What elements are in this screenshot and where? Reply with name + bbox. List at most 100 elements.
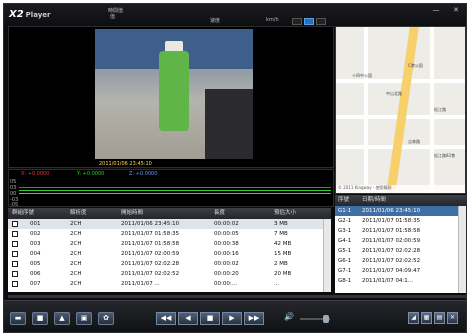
fast-forward-button[interactable]: ▶▶: [244, 312, 264, 325]
table-header: 群組序號 解析度 開始時間 長度 預估大小: [8, 208, 331, 219]
row-checkbox[interactable]: [12, 271, 18, 277]
table-scrollbar[interactable]: [323, 219, 331, 292]
map-view-button[interactable]: [316, 18, 326, 25]
item-seq: G4-1: [338, 238, 352, 244]
list-item[interactable]: G1-1 2011/01/06 23:45:10: [335, 206, 466, 216]
list-item[interactable]: G2-1 2011/01/07 01:58:35: [335, 216, 466, 226]
camera-icon[interactable]: ■: [32, 312, 48, 325]
item-seq: G1-1: [338, 208, 352, 214]
row-checkbox[interactable]: [12, 281, 18, 287]
col-group[interactable]: 群組序號: [12, 208, 34, 219]
save-icon[interactable]: ▲: [54, 312, 70, 325]
cell-size: 20 MB: [274, 271, 292, 277]
single-view-button[interactable]: [292, 18, 302, 25]
control-bar: 🔊 ▬ ■ ▲ ▣ ✿ ◀◀ ◀ ■ ▶ ▶▶ ◢ ▦ ▤ ✕: [4, 300, 466, 332]
table-row[interactable]: 003 2CH 2011/01/07 01:58:58 00:00:38 42 MB: [8, 239, 331, 249]
col-size[interactable]: 預估大小: [274, 208, 296, 219]
row-checkbox[interactable]: [12, 241, 18, 247]
table-row[interactable]: 004 2CH 2011/01/07 02:00:59 00:00:16 15 MB: [8, 249, 331, 259]
item-datetime: 2011/01/07 01:58:58: [362, 228, 421, 234]
col-seq[interactable]: 序號: [338, 195, 349, 206]
table-row[interactable]: 002 2CH 2011/01/07 01:58:35 00:00:05 7 MB: [8, 229, 331, 239]
list-item[interactable]: G3-1 2011/01/07 01:58:58: [335, 226, 466, 236]
cell-start: 2011/01/07 02:02:52: [121, 271, 180, 277]
item-seq: G2-1: [338, 218, 352, 224]
y-axis-line: [19, 190, 331, 191]
grid-icon[interactable]: ▦: [421, 312, 432, 324]
item-datetime: 2011/01/06 23:45:10: [362, 208, 421, 214]
row-checkbox[interactable]: [12, 221, 18, 227]
cell-length: 00:00:02: [214, 261, 239, 267]
clip-table: 001 2CH 2011/01/06 23:45:10 00:00:02 3 MB 002…: [8, 219, 331, 292]
table-row[interactable]: 001 2CH 2011/01/06 23:45:10 00:00:02 3 MB: [8, 219, 331, 229]
minimize-icon[interactable]: —: [430, 6, 442, 14]
col-start-time[interactable]: 開始時間: [121, 208, 143, 219]
cell-length: 00:00:02: [214, 221, 239, 227]
map-attribution: © 2011 Kingway - 使用條款: [336, 185, 465, 193]
step-back-button[interactable]: ◀: [178, 312, 198, 325]
list-item[interactable]: G8-1 2011/01/07 04:1...: [335, 276, 466, 286]
list-item[interactable]: G5-1 2011/01/07 02:02:28: [335, 246, 466, 256]
cell-resolution: 2CH: [70, 261, 82, 267]
fullscreen-icon[interactable]: ◢: [408, 312, 419, 324]
cell-start: 2011/01/06 23:45:10: [121, 221, 180, 227]
stop-button[interactable]: ■: [200, 312, 220, 325]
cell-size: 2 MB: [274, 261, 288, 267]
map-label: 吉林路: [408, 139, 420, 144]
map-label: 松江路82巷: [434, 153, 456, 158]
col-datetime[interactable]: 日期/時間: [362, 195, 386, 206]
item-datetime: 2011/01/07 02:02:52: [362, 258, 421, 264]
volume-knob[interactable]: [323, 315, 329, 323]
folder-icon[interactable]: ▬: [10, 312, 26, 325]
cell-length: 00:00:20: [214, 271, 239, 277]
seek-bar[interactable]: [8, 295, 466, 298]
print-icon[interactable]: ▣: [76, 312, 92, 325]
item-seq: G6-1: [338, 258, 352, 264]
col-length[interactable]: 長度: [214, 208, 225, 219]
list-scrollbar[interactable]: [458, 206, 466, 293]
play-button[interactable]: ▶: [222, 312, 242, 325]
map-label: 中山北路: [386, 91, 402, 96]
row-checkbox[interactable]: [12, 261, 18, 267]
table-row[interactable]: 005 2CH 2011/01/07 02:02:28 00:00:02 2 MB: [8, 259, 331, 269]
cell-start: 2011/01/07 01:58:58: [121, 241, 180, 247]
video-view[interactable]: 2011/01/06 23:45:10: [8, 26, 334, 168]
list-view-icon[interactable]: ▤: [434, 312, 445, 324]
item-seq: G7-1: [338, 268, 352, 274]
cell-id: 003: [30, 241, 41, 247]
item-seq: G5-1: [338, 248, 352, 254]
list-item[interactable]: G4-1 2011/01/07 02:00:59: [335, 236, 466, 246]
item-seq: G3-1: [338, 228, 352, 234]
table-row[interactable]: 007 2CH 2011/01/07 ... 00:00:......: [8, 279, 331, 289]
cell-resolution: 2CH: [70, 221, 82, 227]
settings-icon[interactable]: ✿: [98, 312, 114, 325]
cell-start: 2011/01/07 01:58:35: [121, 231, 180, 237]
row-checkbox[interactable]: [12, 251, 18, 257]
time-sub-label: 值: [110, 14, 116, 20]
row-checkbox[interactable]: [12, 231, 18, 237]
gps-map[interactable]: 十四中公園 C港公園 松江路 吉林路 中山北路 松江路82巷 © 2011 Ki…: [335, 26, 466, 194]
cell-id: 002: [30, 231, 41, 237]
cell-id: 005: [30, 261, 41, 267]
item-datetime: 2011/01/07 04:09:47: [362, 268, 421, 274]
z-axis-readout: Z: +0.0000: [129, 171, 158, 177]
exit-icon[interactable]: ✕: [447, 312, 458, 324]
list-item[interactable]: G7-1 2011/01/07 04:09:47: [335, 266, 466, 276]
y-axis-readout: Y: +0.0000: [77, 171, 105, 177]
col-resolution[interactable]: 解析度: [70, 208, 87, 219]
table-row[interactable]: 006 2CH 2011/01/07 02:02:52 00:00:20 20 MB: [8, 269, 331, 279]
cell-resolution: 2CH: [70, 271, 82, 277]
player-window: X2 Player 時間值 值 速度 km/h — ✕ 2011/01/06 23…: [3, 3, 467, 333]
cell-length: 00:00:...: [214, 281, 237, 287]
video-timestamp: 2011/01/06 23:45:10: [99, 161, 152, 167]
cell-size: 7 MB: [274, 231, 288, 237]
app-logo: X2 Player: [9, 9, 51, 20]
cell-size: ...: [274, 281, 280, 287]
dual-view-button[interactable]: [304, 18, 314, 25]
volume-icon[interactable]: 🔊: [284, 312, 294, 321]
close-icon[interactable]: ✕: [450, 6, 462, 14]
item-datetime: 2011/01/07 02:00:59: [362, 238, 421, 244]
item-datetime: 2011/01/07 01:58:35: [362, 218, 421, 224]
rewind-button[interactable]: ◀◀: [156, 312, 176, 325]
list-item[interactable]: G6-1 2011/01/07 02:02:52: [335, 256, 466, 266]
